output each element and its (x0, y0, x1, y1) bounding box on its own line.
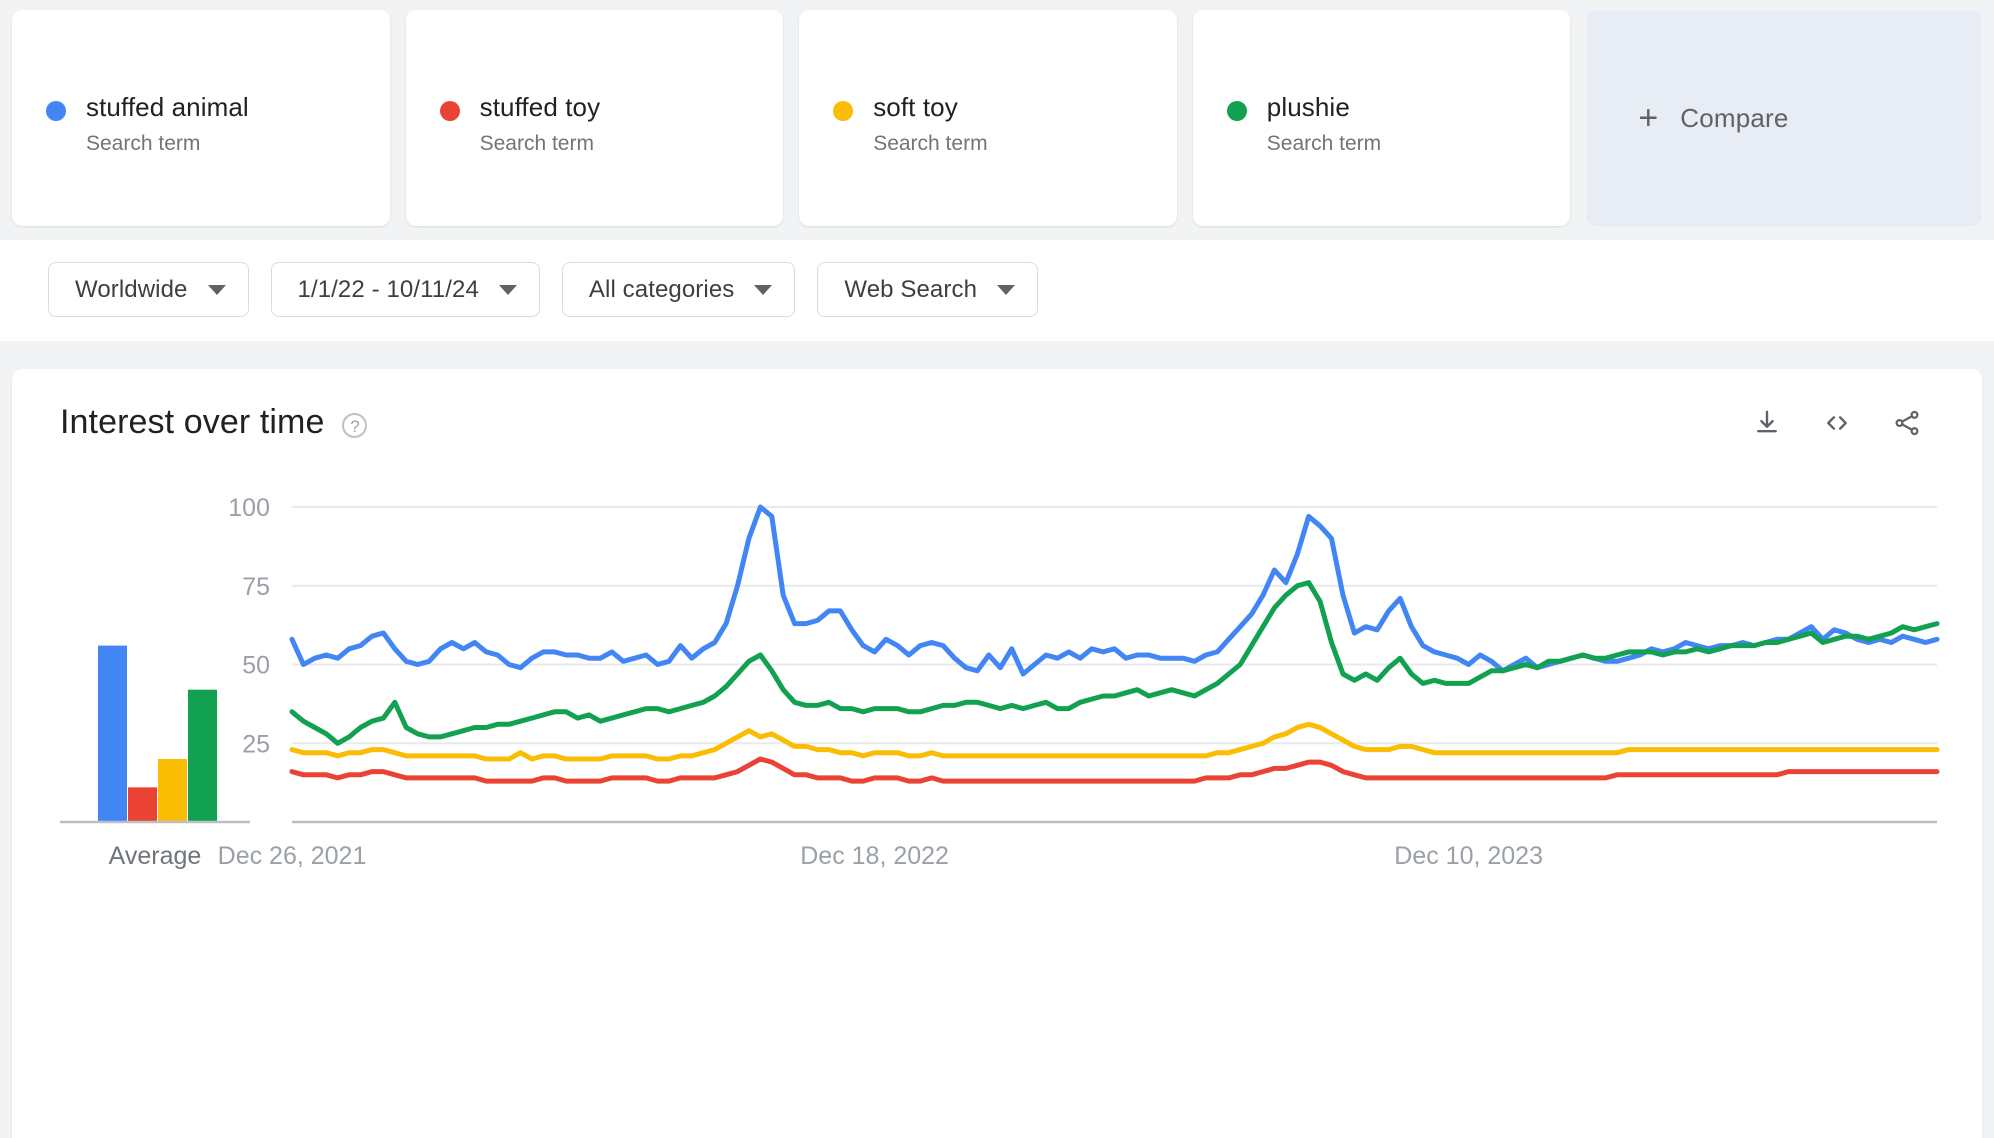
compare-label: Compare (1680, 102, 1789, 133)
chevron-down-icon (498, 284, 517, 295)
embed-code-button[interactable] (1820, 406, 1854, 440)
search-terms-row: stuffed animal Search term stuffed toy S… (0, 0, 1994, 240)
filter-category-label: All categories (588, 275, 735, 303)
y-axis-tick-75: 75 (242, 573, 270, 601)
filter-search-type-label: Web Search (844, 275, 978, 303)
search-term-type-1: Search term (479, 131, 594, 155)
download-csv-button[interactable] (1750, 406, 1784, 440)
interest-over-time-panel: Interest over time ? 25 50 75 100 Dec 26… (12, 369, 1982, 1138)
filter-time-range-label: 1/1/22 - 10/11/24 (297, 275, 479, 303)
x-axis-tick-0: Dec 26, 2021 (218, 842, 367, 870)
add-comparison-button[interactable]: + Compare (1586, 10, 1982, 226)
filter-search-type[interactable]: Web Search (817, 262, 1039, 317)
y-axis-tick-25: 25 (242, 730, 270, 758)
section-spacer (0, 341, 1994, 369)
chart-area: 25 50 75 100 Dec 26, 2021 Dec 18, 2022 Dec 10,… (12, 477, 1982, 1138)
series-color-dot-2 (833, 101, 854, 121)
filter-time-range[interactable]: 1/1/22 - 10/11/24 (270, 262, 540, 317)
filter-location[interactable]: Worldwide (48, 262, 249, 317)
share-icon (1895, 410, 1919, 435)
search-term-name-2: soft toy (873, 92, 958, 122)
chevron-down-icon (997, 284, 1016, 295)
plus-icon: + (1638, 99, 1659, 137)
y-axis-tick-50: 50 (242, 652, 270, 680)
chevron-down-icon (207, 284, 226, 295)
series-color-dot-0 (46, 101, 66, 121)
panel-actions (1750, 406, 1942, 440)
search-term-card-2[interactable]: soft toy Search term (799, 10, 1177, 226)
filter-bar: Worldwide 1/1/22 - 10/11/24 All categori… (0, 240, 1994, 341)
y-axis-tick-100: 100 (228, 494, 270, 522)
panel-header: Interest over time ? (12, 369, 1982, 442)
average-bar-stuffed-animal[interactable] (98, 645, 127, 822)
search-term-card-1[interactable]: stuffed toy Search term (405, 10, 784, 226)
google-trends-page: stuffed animal Search term stuffed toy S… (0, 0, 1994, 1138)
search-term-name-3: plushie (1266, 92, 1350, 122)
average-bar-plushie[interactable] (188, 689, 217, 822)
x-axis-tick-2: Dec 10, 2023 (1394, 842, 1543, 870)
interest-over-time-chart[interactable]: 25 50 75 100 Dec 26, 2021 Dec 18, 2022 Dec 10,… (12, 477, 1982, 1138)
help-icon[interactable]: ? (342, 412, 368, 438)
filter-category[interactable]: All categories (561, 262, 796, 317)
search-term-name-0: stuffed animal (86, 92, 249, 122)
chevron-down-icon (754, 284, 773, 295)
series-color-dot-3 (1226, 101, 1247, 121)
page-title: Interest over time (60, 403, 325, 441)
search-term-type-3: Search term (1266, 131, 1382, 155)
search-term-type-2: Search term (873, 131, 988, 155)
code-icon (1827, 415, 1847, 430)
series-color-dot-1 (439, 101, 460, 121)
series-line-stuffed-toy[interactable] (289, 756, 1940, 784)
series-line-plushie[interactable] (289, 580, 1940, 746)
search-term-name-1: stuffed toy (479, 92, 601, 122)
search-term-card-3[interactable]: plushie Search term (1192, 10, 1571, 226)
x-axis-tick-1: Dec 18, 2022 (800, 842, 949, 870)
average-bar-stuffed-toy[interactable] (128, 787, 157, 822)
average-bar-soft-toy[interactable] (158, 759, 187, 822)
search-term-card-0[interactable]: stuffed animal Search term (12, 10, 390, 226)
download-icon (1757, 410, 1777, 432)
share-button[interactable] (1890, 406, 1924, 440)
series-line-soft-toy[interactable] (289, 721, 1940, 762)
average-label: Average (109, 842, 202, 870)
filter-location-label: Worldwide (75, 275, 188, 303)
search-term-type-0: Search term (86, 131, 201, 155)
